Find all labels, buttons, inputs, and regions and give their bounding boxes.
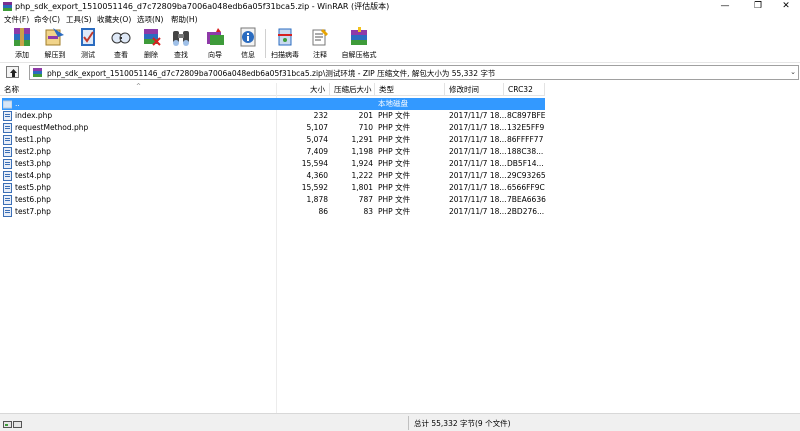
info-icon	[240, 27, 256, 47]
test-button[interactable]: 测试	[73, 26, 103, 61]
column-crc32[interactable]: CRC32	[504, 83, 545, 96]
delete-icon	[144, 29, 161, 46]
table-row[interactable]: index.php 232 201 PHP 文件 2017/11/7 18...…	[2, 110, 546, 122]
file-list[interactable]: 名称 ^ 大小 压缩后大小 类型 修改时间 CRC32 .. 本地磁盘 inde…	[0, 83, 800, 413]
php-file-icon	[3, 183, 12, 193]
column-modified[interactable]: 修改时间	[445, 83, 504, 96]
add-archive-icon	[14, 28, 30, 46]
table-row[interactable]: test1.php 5,074 1,291 PHP 文件 2017/11/7 1…	[2, 134, 545, 146]
wizard-icon	[207, 28, 224, 45]
column-packed[interactable]: 压缩后大小	[330, 83, 375, 96]
add-button[interactable]: 添加	[7, 26, 37, 61]
path-field[interactable]: php_sdk_export_1510051146_d7c72809ba7006…	[29, 65, 799, 80]
status-separator	[408, 416, 409, 430]
php-file-icon	[3, 159, 12, 169]
sfx-icon	[351, 27, 367, 45]
php-file-icon	[3, 135, 12, 145]
find-icon	[173, 31, 189, 46]
delete-button[interactable]: 删除	[136, 26, 166, 61]
chevron-down-icon[interactable]: ⌄	[790, 68, 796, 76]
status-summary: 总计 55,332 字节(9 个文件)	[414, 419, 511, 428]
scan-virus-button[interactable]: 扫描病毒	[270, 26, 300, 61]
php-file-icon	[3, 171, 12, 181]
up-folder-button[interactable]	[6, 66, 19, 78]
up-arrow-icon	[10, 69, 17, 77]
close-button[interactable]: ✕	[773, 0, 799, 13]
test-icon	[81, 28, 95, 46]
php-file-icon	[3, 123, 12, 133]
window-title: php_sdk_export_1510051146_d7c72809ba7006…	[15, 2, 390, 11]
minimize-button[interactable]: —	[712, 0, 738, 13]
php-file-icon	[3, 111, 12, 121]
toolbar: 添加 解压到 测试 查看 删除 查找 向导 信息 扫描病毒 注释 自解压格式	[0, 24, 800, 63]
scan-virus-icon	[278, 28, 292, 46]
menu-bar: 文件(F) 命令(C) 工具(S) 收藏夹(O) 选项(N) 帮助(H)	[0, 13, 800, 24]
wizard-button[interactable]: 向导	[200, 26, 230, 61]
view-icon	[111, 32, 131, 44]
table-row[interactable]: test4.php 4,360 1,222 PHP 文件 2017/11/7 1…	[2, 170, 546, 182]
status-bar: 总计 55,332 字节(9 个文件)	[0, 413, 800, 431]
title-bar[interactable]: php_sdk_export_1510051146_d7c72809ba7006…	[0, 0, 800, 13]
php-file-icon	[3, 195, 12, 205]
php-file-icon	[3, 207, 12, 217]
comment-button[interactable]: 注释	[305, 26, 335, 61]
path-text: php_sdk_export_1510051146_d7c72809ba7006…	[47, 69, 496, 78]
winrar-app-icon	[3, 2, 12, 11]
php-file-icon	[3, 147, 12, 157]
table-row[interactable]: test3.php 15,594 1,924 PHP 文件 2017/11/7 …	[2, 158, 545, 170]
table-row-parent[interactable]: .. 本地磁盘	[2, 98, 545, 110]
table-row[interactable]: requestMethod.php 5,107 710 PHP 文件 2017/…	[2, 122, 545, 134]
find-button[interactable]: 查找	[166, 26, 196, 61]
extract-to-icon	[45, 28, 64, 46]
column-type[interactable]: 类型	[375, 83, 445, 96]
archive-icon	[33, 68, 42, 77]
toolbar-separator	[265, 29, 266, 58]
drive-status-icon	[3, 421, 22, 428]
table-row[interactable]: test5.php 15,592 1,801 PHP 文件 2017/11/7 …	[2, 182, 545, 194]
table-row[interactable]: test2.php 7,409 1,198 PHP 文件 2017/11/7 1…	[2, 146, 545, 158]
extract-to-button[interactable]: 解压到	[40, 26, 70, 61]
address-bar: php_sdk_export_1510051146_d7c72809ba7006…	[0, 64, 800, 81]
comment-icon	[312, 29, 328, 46]
sort-ascending-icon: ^	[136, 83, 142, 90]
view-button[interactable]: 查看	[106, 26, 136, 61]
list-header: 名称 ^ 大小 压缩后大小 类型 修改时间 CRC32	[0, 83, 545, 96]
table-row[interactable]: test7.php 86 83 PHP 文件 2017/11/7 18... 2…	[2, 206, 545, 218]
folder-up-icon	[3, 100, 12, 109]
maximize-button[interactable]: ❐	[745, 0, 771, 13]
table-row[interactable]: test6.php 1,878 787 PHP 文件 2017/11/7 18.…	[2, 194, 546, 206]
info-button[interactable]: 信息	[233, 26, 263, 61]
column-size[interactable]: 大小	[277, 83, 330, 96]
sfx-button[interactable]: 自解压格式	[339, 26, 379, 61]
